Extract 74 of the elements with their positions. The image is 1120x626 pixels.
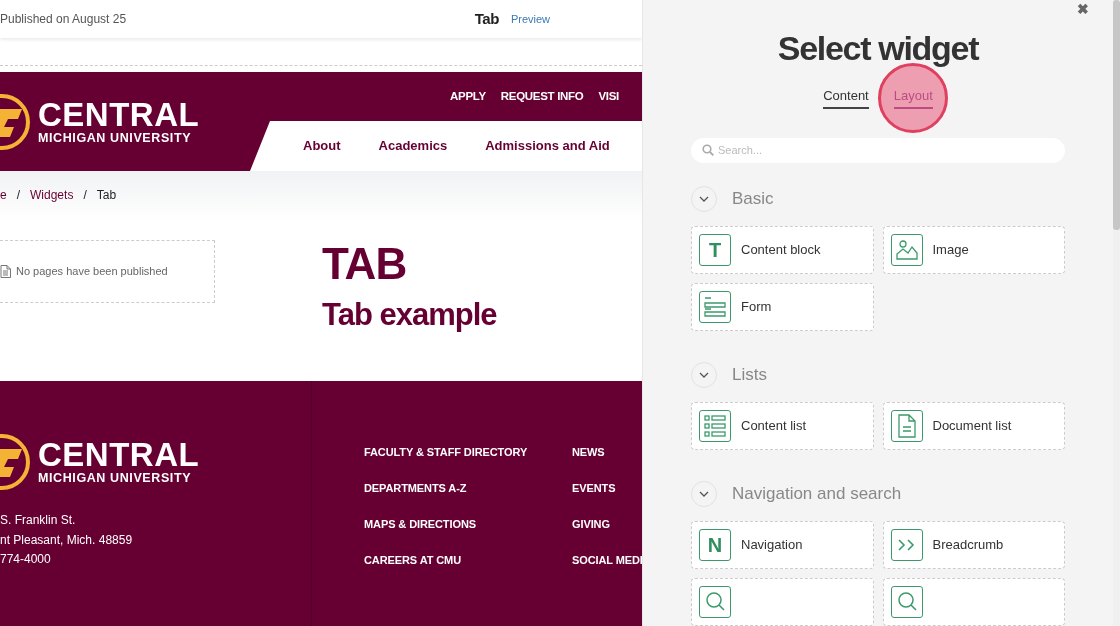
widget-label: Form bbox=[741, 298, 772, 317]
footer-link[interactable]: EVENTS bbox=[572, 479, 642, 497]
nav-link[interactable]: Academics bbox=[378, 136, 448, 156]
page-title: Tab bbox=[474, 8, 499, 29]
logo-subtitle: MICHIGAN UNIVERSITY bbox=[38, 471, 193, 485]
page-heading: TAB bbox=[322, 240, 408, 288]
widget-tile[interactable]: Form bbox=[691, 283, 874, 331]
footer-link[interactable]: SOCIAL MEDI bbox=[572, 551, 642, 569]
widget-tile[interactable]: Document list bbox=[882, 402, 1065, 450]
search-icon bbox=[890, 586, 923, 618]
search-icon bbox=[699, 586, 731, 618]
utility-link[interactable]: APPLY bbox=[450, 87, 486, 106]
collapse-button[interactable] bbox=[691, 481, 717, 507]
search-field[interactable]: Search... bbox=[691, 137, 1065, 163]
widget-label: Breadcrumb bbox=[932, 536, 1004, 555]
nav-link[interactable]: About bbox=[303, 136, 341, 156]
widget-tile[interactable] bbox=[691, 578, 874, 626]
collapse-button[interactable] bbox=[691, 186, 717, 212]
collapse-button[interactable] bbox=[691, 362, 717, 388]
chevrons-icon bbox=[890, 529, 923, 561]
document-icon bbox=[890, 410, 923, 442]
widget-label: Navigation bbox=[741, 536, 803, 555]
breadcrumb-link[interactable]: Widgets bbox=[30, 186, 74, 204]
address-line: S. Franklin St. bbox=[0, 512, 77, 529]
close-button[interactable]: ✖ bbox=[1077, 1, 1089, 16]
search-icon bbox=[702, 144, 714, 156]
preview-link[interactable]: Preview bbox=[510, 10, 550, 28]
widget-label: Image bbox=[932, 241, 969, 260]
widget-tile[interactable]: Content list bbox=[691, 402, 874, 450]
document-icon bbox=[0, 265, 11, 278]
panel-title: Select widget bbox=[776, 28, 980, 69]
page-subheading: Tab example bbox=[322, 297, 497, 333]
footer-link[interactable]: DEPARTMENTS A-Z bbox=[364, 479, 572, 497]
breadcrumb-separator: / bbox=[16, 187, 21, 204]
letter-icon: T bbox=[699, 234, 731, 266]
scrollbar[interactable] bbox=[1113, 0, 1120, 626]
utility-link[interactable]: VISI bbox=[598, 87, 619, 106]
publish-status: Published on August 25 bbox=[0, 11, 127, 28]
footer-link[interactable]: MAPS & DIRECTIONS bbox=[364, 515, 572, 533]
widget-tile[interactable]: N Navigation bbox=[691, 521, 874, 569]
widget-tile[interactable]: Image bbox=[882, 226, 1065, 274]
breadcrumb-current: Tab bbox=[96, 187, 117, 204]
footer-link[interactable]: CAREERS AT CMU bbox=[364, 551, 572, 569]
widget-label: Document list bbox=[932, 417, 1012, 436]
address-line: 774-4000 bbox=[0, 551, 52, 568]
footer-link[interactable]: FACULTY & STAFF DIRECTORY bbox=[364, 443, 572, 461]
footer-link[interactable]: GIVING bbox=[572, 515, 642, 533]
footer-link[interactable]: NEWS bbox=[572, 443, 642, 461]
section-title: Basic bbox=[732, 188, 774, 211]
empty-message: No pages have been published bbox=[16, 264, 168, 280]
chevron-down-icon bbox=[699, 372, 709, 378]
utility-link[interactable]: REQUEST INFO bbox=[500, 87, 584, 106]
logo-wordmark: CENTRAL bbox=[38, 98, 200, 131]
widget-tile[interactable]: T Content block bbox=[691, 226, 874, 274]
widget-label: Content block bbox=[741, 241, 821, 260]
section-title: Navigation and search bbox=[732, 483, 902, 506]
form-icon bbox=[699, 291, 731, 323]
nav-link[interactable]: Admissions and Aid bbox=[485, 136, 610, 156]
list-icon bbox=[699, 410, 731, 442]
logo-subtitle: MICHIGAN UNIVERSITY bbox=[38, 130, 193, 145]
widget-label: Content list bbox=[741, 417, 807, 436]
breadcrumb-separator: / bbox=[83, 187, 87, 204]
section-title: Lists bbox=[732, 364, 767, 387]
letter-icon: N bbox=[699, 529, 731, 561]
chevron-down-icon bbox=[699, 491, 709, 497]
image-icon bbox=[890, 234, 923, 266]
breadcrumb-link[interactable]: e bbox=[0, 186, 7, 204]
panel-tab[interactable]: Content bbox=[823, 87, 869, 109]
chevron-down-icon bbox=[699, 196, 709, 202]
logo-wordmark: CENTRAL bbox=[38, 439, 200, 471]
widget-tile[interactable] bbox=[882, 578, 1065, 626]
scrollbar-thumb[interactable] bbox=[1113, 0, 1120, 230]
widget-tile[interactable]: Breadcrumb bbox=[882, 521, 1065, 569]
address-line: nt Pleasant, Mich. 48859 bbox=[0, 531, 134, 549]
